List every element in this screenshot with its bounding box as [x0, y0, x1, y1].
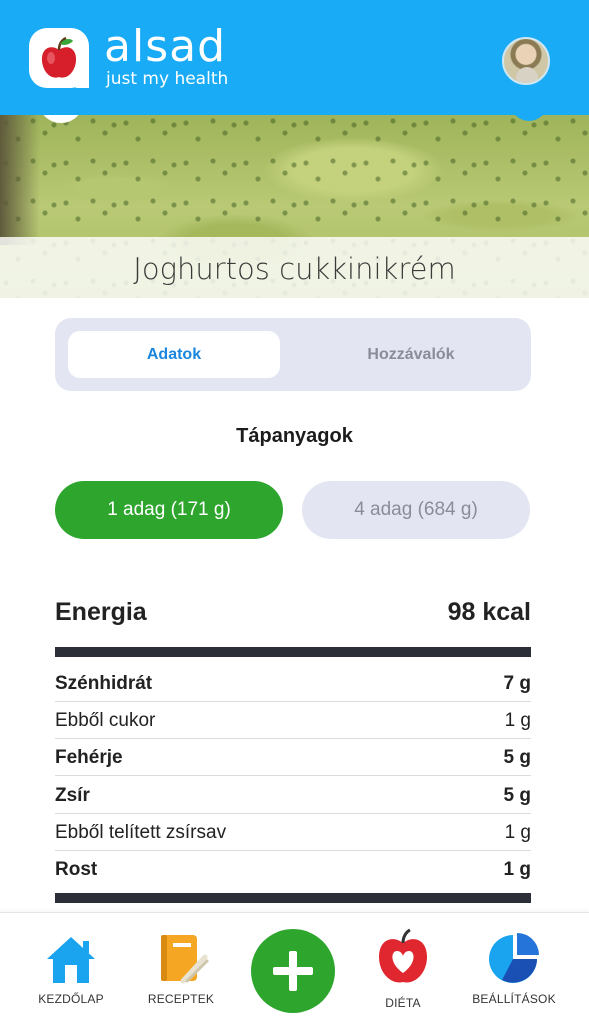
- divider-top: [55, 647, 531, 657]
- nav-settings-label: BEÁLLÍTÁSOK: [472, 992, 556, 1006]
- nutrient-label: Szénhidrát: [55, 673, 153, 694]
- portion-four-button[interactable]: 4 adag (684 g): [302, 481, 530, 539]
- divider-bottom: [55, 893, 531, 903]
- nutrient-value: 5 g: [503, 785, 531, 806]
- nutrient-label: Ebből telített zsírsav: [55, 822, 227, 843]
- tab-adatok[interactable]: Adatok: [68, 331, 280, 378]
- brand-tagline: just my health: [106, 69, 229, 89]
- nav-diet[interactable]: DIÉTA: [354, 913, 452, 1024]
- nutrient-label: Ebből cukor: [55, 710, 156, 731]
- nutrient-row: Szénhidrát 7 g: [55, 664, 531, 702]
- back-button[interactable]: [38, 115, 84, 123]
- nav-recipes-label: RECEPTEK: [147, 992, 215, 1006]
- nutrient-value: 5 g: [503, 747, 531, 768]
- nutrient-value: 7 g: [503, 673, 531, 694]
- home-icon: [47, 937, 95, 983]
- nutrients-title: Tápanyagok: [236, 425, 353, 447]
- nutrient-value: 1 g: [504, 822, 531, 843]
- brand-name: alsad: [104, 21, 227, 72]
- nutrient-label: Rost: [55, 859, 98, 880]
- nav-recipes[interactable]: RECEPTEK: [132, 913, 230, 1024]
- add-button[interactable]: [251, 929, 335, 1013]
- user-avatar[interactable]: [502, 37, 550, 85]
- nutrient-label: Zsír: [55, 785, 90, 806]
- recipe-book-icon: [161, 935, 209, 984]
- recipe-title: Joghurtos cukkinikrém: [133, 252, 456, 286]
- apple-logo-icon[interactable]: [29, 28, 89, 88]
- nutrient-row: Zsír 5 g: [55, 776, 531, 814]
- pie-chart-icon: [489, 933, 539, 983]
- nutrient-row: Fehérje 5 g: [55, 738, 531, 776]
- nav-home-label: KEZDŐLAP: [38, 992, 104, 1006]
- nutrient-value: 1 g: [503, 859, 531, 880]
- nutrient-label: Fehérje: [55, 747, 123, 768]
- nutrient-row: Rost 1 g: [55, 850, 531, 888]
- favorite-button[interactable]: [510, 115, 548, 121]
- apple-heart-icon: [379, 928, 427, 983]
- app-header: alsad just my health: [0, 0, 589, 115]
- bottom-navigation: KEZDŐLAP RECEPTEK DIÉTA BEÁLLÍTÁSOK: [0, 912, 589, 1024]
- nav-home[interactable]: KEZDŐLAP: [22, 913, 120, 1024]
- recipe-detail-screen: alsad just my health Joghurtos cukkinikr…: [0, 0, 589, 1024]
- recipe-hero-image: Joghurtos cukkinikrém: [0, 115, 589, 298]
- nutrient-value: 1 g: [504, 710, 531, 731]
- nutrient-row: Ebből cukor 1 g: [55, 701, 531, 739]
- hero-shadow: [0, 115, 40, 245]
- energy-value: 98 kcal: [447, 598, 531, 626]
- nutrient-row: Ebből telített zsírsav 1 g: [55, 813, 531, 851]
- portion-single-button[interactable]: 1 adag (171 g): [55, 481, 283, 539]
- energy-label: Energia: [55, 598, 147, 626]
- nav-diet-label: DIÉTA: [385, 996, 421, 1010]
- nav-settings[interactable]: BEÁLLÍTÁSOK: [464, 913, 564, 1024]
- segmented-tabs: Adatok Hozzávalók: [55, 318, 531, 391]
- tab-hozzavalok[interactable]: Hozzávalók: [305, 331, 517, 378]
